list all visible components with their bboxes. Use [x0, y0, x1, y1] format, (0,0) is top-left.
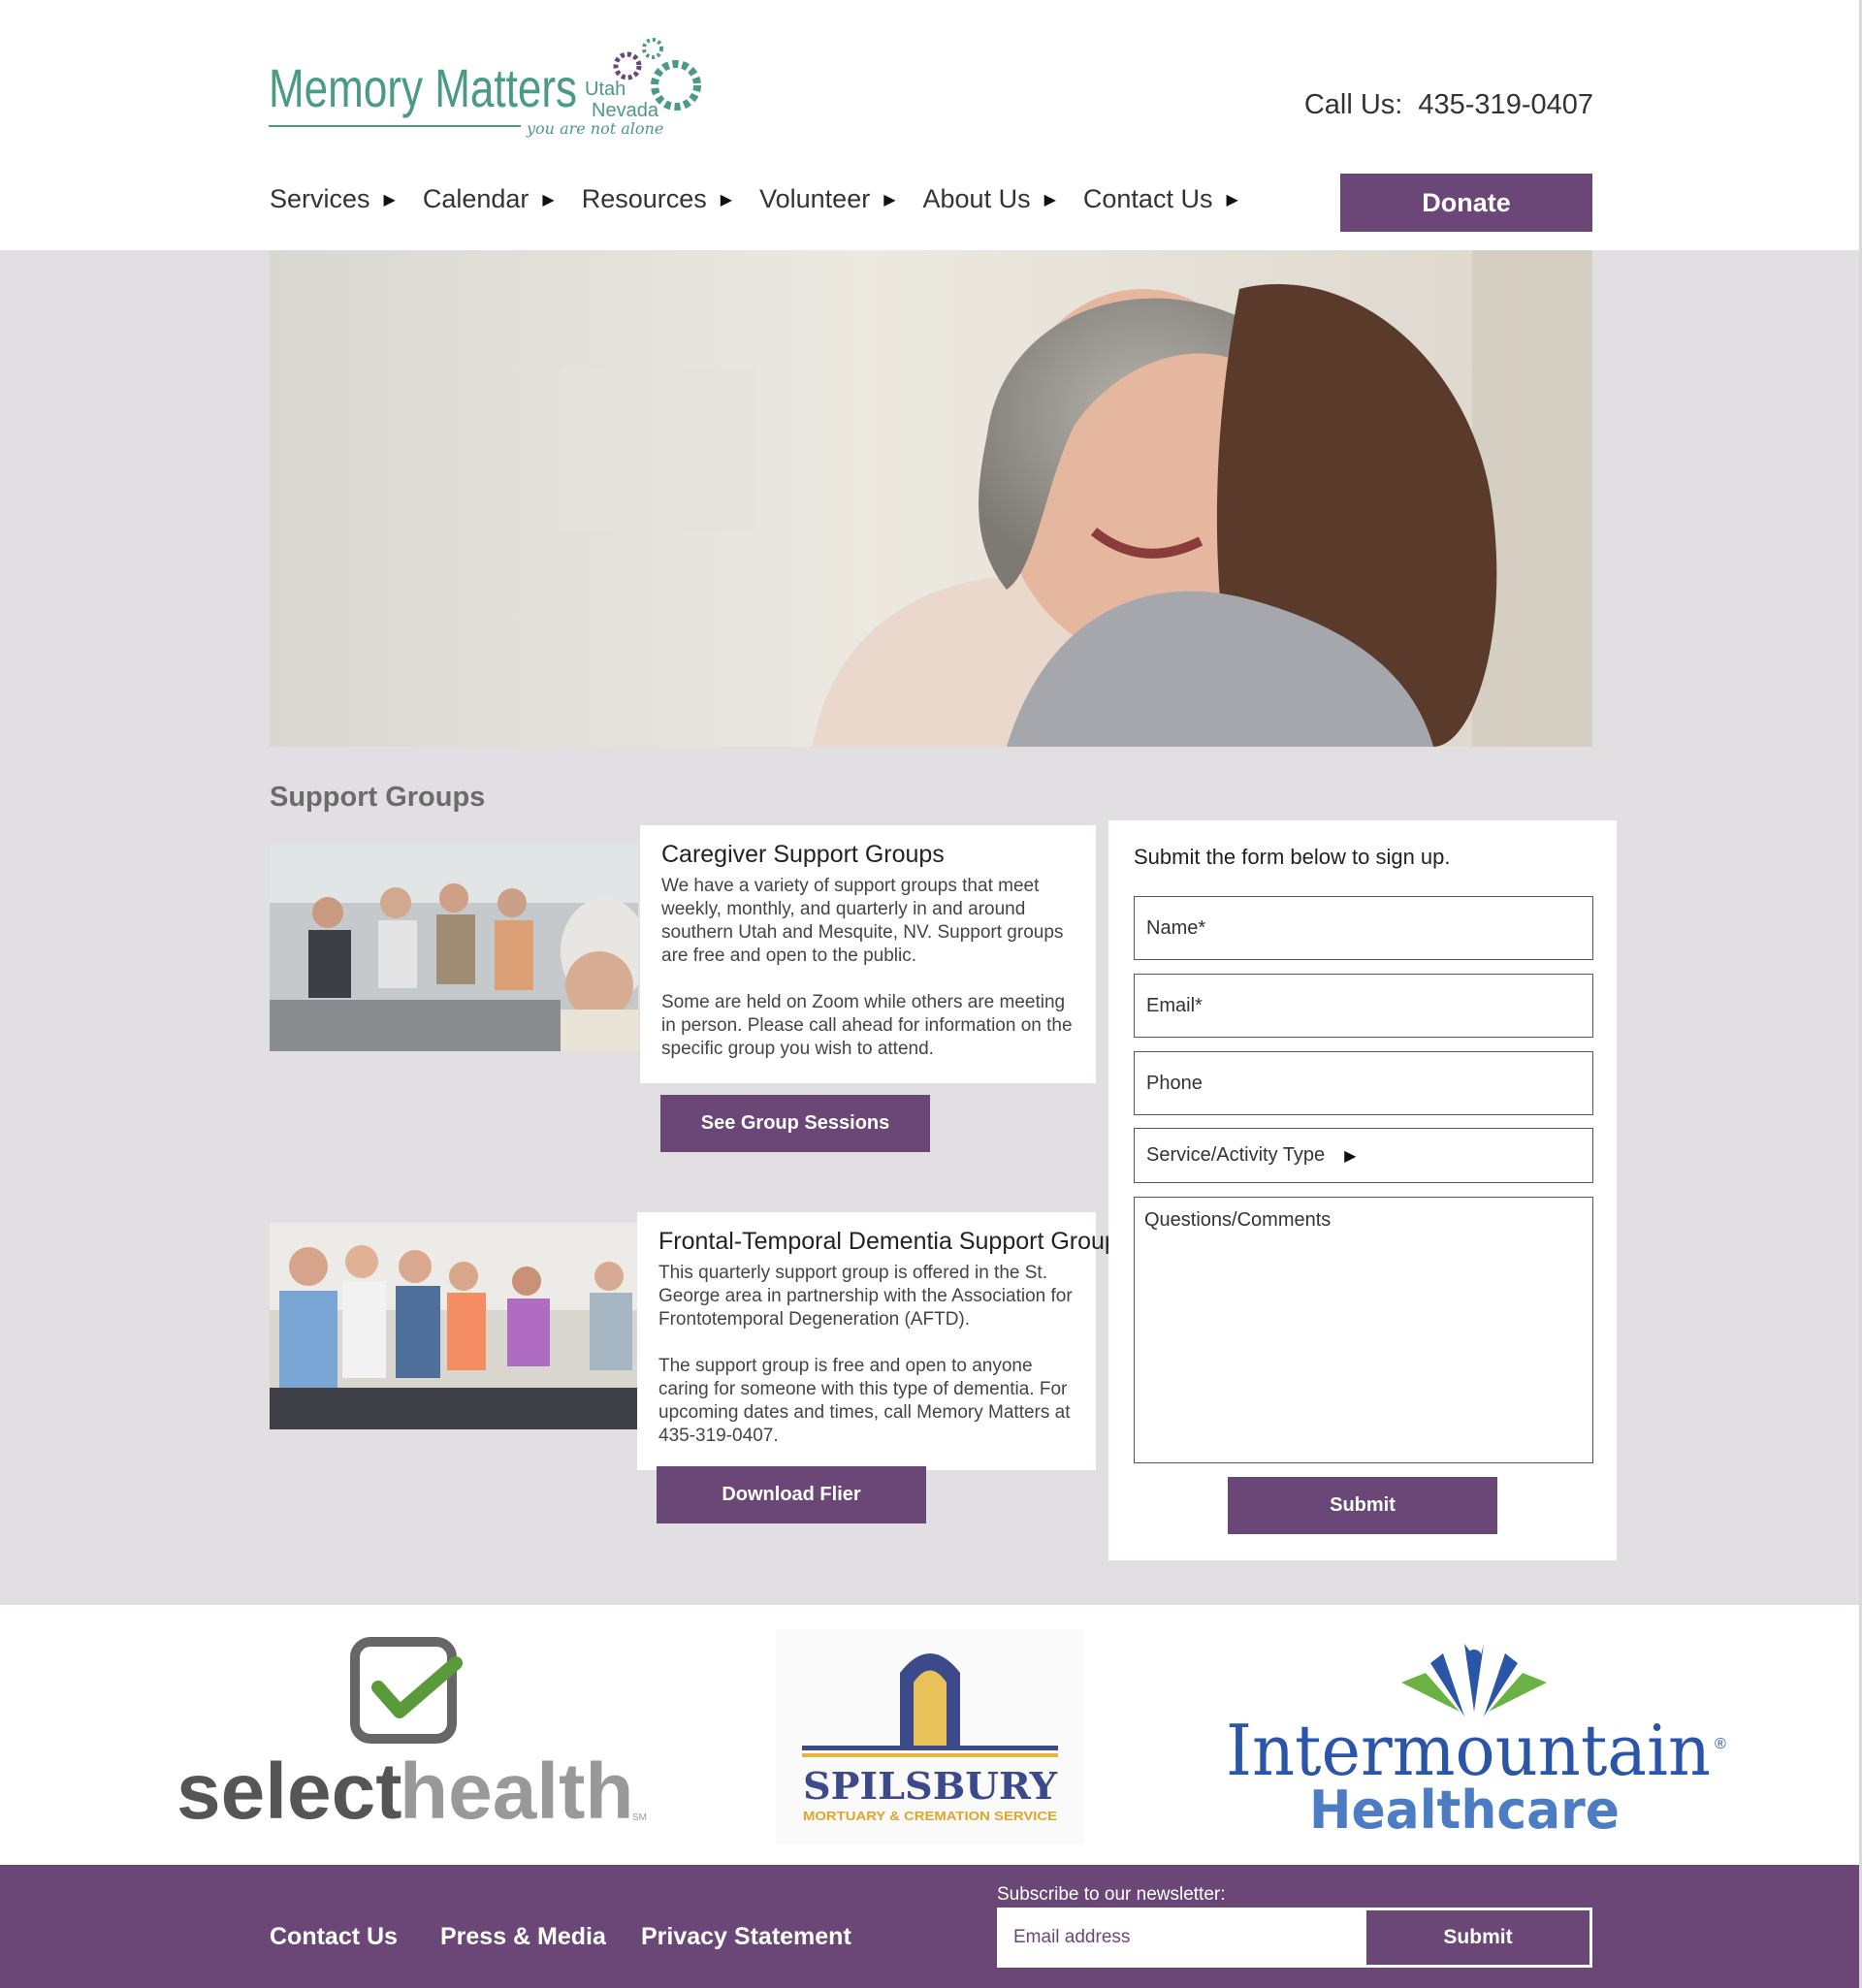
subscribe-label: Subscribe to our newsletter:	[997, 1884, 1226, 1905]
footer-privacy-link[interactable]: Privacy Statement	[641, 1923, 851, 1951]
spilsbury-name: SPILSBURY	[803, 1764, 1058, 1808]
phone-number[interactable]: 435-319-0407	[1418, 89, 1593, 120]
signup-form: Submit the form below to sign up. Name* …	[1108, 820, 1617, 1560]
nav-label: Resources	[581, 184, 707, 213]
nav-volunteer[interactable]: Volunteer ▶	[759, 184, 895, 214]
intermountain-graphic: Intermountain ® Healthcare	[1226, 1644, 1726, 1838]
logo-graphic: Memory Matters Utah Nevada you are not a…	[269, 38, 701, 138]
logo-region-nevada: Nevada	[592, 100, 659, 121]
comments-placeholder: Questions/Comments	[1144, 1209, 1332, 1231]
spilsbury-graphic: SPILSBURY MORTUARY & CREMATION SERVICE	[776, 1629, 1084, 1844]
name-field[interactable]: Name*	[1134, 896, 1593, 960]
intermountain-mark-icon	[1401, 1644, 1547, 1716]
logo-tagline: you are not alone	[526, 119, 663, 138]
spilsbury-logo[interactable]: SPILSBURY MORTUARY & CREMATION SERVICE	[776, 1629, 1084, 1844]
form-submit-button[interactable]: Submit	[1228, 1477, 1497, 1534]
newsletter-form: Email address Submit	[997, 1908, 1592, 1968]
newsletter-email-input[interactable]: Email address	[1000, 1910, 1366, 1965]
hero-image	[270, 250, 1592, 747]
call-us: Call Us: 435-319-0407	[1304, 89, 1593, 121]
intermountain-mark: ®	[1715, 1736, 1726, 1752]
nav-resources[interactable]: Resources ▶	[582, 184, 732, 214]
nav-label: About Us	[922, 184, 1031, 213]
triangle-right-icon: ▶	[720, 191, 733, 208]
ftd-group-photo	[270, 1223, 638, 1429]
triangle-right-icon: ▶	[383, 191, 396, 208]
comments-textarea[interactable]: Questions/Comments	[1134, 1197, 1593, 1463]
email-field[interactable]: Email*	[1134, 974, 1593, 1038]
caregiver-card: Caregiver Support Groups We have a varie…	[640, 825, 1096, 1083]
selecthealth-logo[interactable]: select health SM	[175, 1634, 652, 1838]
service-type-select[interactable]: Service/Activity Type ▶	[1134, 1128, 1593, 1183]
logo-wordmark: Memory Matters	[269, 57, 577, 118]
ftd-card: Frontal-Temporal Dementia Support Group …	[637, 1212, 1118, 1470]
download-flier-button[interactable]: Download Flier	[657, 1466, 926, 1523]
caregiver-paragraph-1: We have a variety of support groups that…	[661, 876, 1064, 966]
nav-label: Contact Us	[1082, 184, 1213, 213]
selecthealth-mark: SM	[632, 1812, 647, 1823]
phone-placeholder: Phone	[1146, 1072, 1203, 1094]
nav-label: Calendar	[422, 184, 530, 213]
name-placeholder: Name*	[1146, 916, 1206, 939]
nav-services[interactable]: Services ▶	[270, 184, 396, 214]
see-group-sessions-button[interactable]: See Group Sessions	[660, 1095, 930, 1152]
nav-contact-us[interactable]: Contact Us ▶	[1083, 184, 1238, 214]
ftd-title: Frontal-Temporal Dementia Support Group	[658, 1228, 1118, 1255]
newsletter-submit-button[interactable]: Submit	[1366, 1910, 1589, 1965]
nav-label: Services	[270, 184, 370, 213]
spilsbury-subtitle: MORTUARY & CREMATION SERVICE	[803, 1809, 1057, 1823]
nav-calendar[interactable]: Calendar ▶	[423, 184, 555, 214]
logo-region-utah: Utah	[585, 79, 626, 100]
selecthealth-graphic: select health SM	[177, 1637, 647, 1836]
ftd-paragraph-1: This quarterly support group is offered …	[658, 1263, 1073, 1330]
gears-icon	[613, 38, 701, 111]
triangle-right-icon: ▶	[542, 191, 555, 208]
main-nav: Services ▶ Calendar ▶ Resources ▶ Volunt…	[270, 184, 1266, 214]
call-us-label: Call Us:	[1303, 89, 1403, 120]
partner-logos: select health SM SPILSBURY MORTUARY & CR…	[0, 1605, 1862, 1865]
form-heading: Submit the form below to sign up.	[1134, 845, 1451, 869]
caregiver-paragraph-2: Some are held on Zoom while others are m…	[661, 992, 1073, 1059]
footer-contact-us-link[interactable]: Contact Us	[270, 1923, 398, 1951]
caregiver-group-photo	[270, 845, 638, 1051]
footer-press-media-link[interactable]: Press & Media	[440, 1923, 606, 1951]
site-footer: Contact Us Press & Media Privacy Stateme…	[0, 1865, 1862, 1988]
phone-field[interactable]: Phone	[1134, 1051, 1593, 1115]
hero-photo-hug	[270, 250, 1592, 747]
triangle-right-icon: ▶	[883, 191, 896, 208]
photo-graphic	[270, 1223, 638, 1429]
main-content: Support Groups Caregiver Support Groups …	[0, 250, 1862, 1605]
nav-about-us[interactable]: About Us ▶	[923, 184, 1056, 214]
selecthealth-select: select	[177, 1748, 402, 1836]
section-title: Support Groups	[270, 782, 486, 813]
caregiver-title: Caregiver Support Groups	[661, 841, 945, 868]
intermountain-line2: Healthcare	[1309, 1780, 1620, 1838]
email-placeholder: Email*	[1146, 994, 1203, 1016]
donate-button[interactable]: Donate	[1340, 174, 1592, 232]
site-header: Memory Matters Utah Nevada you are not a…	[0, 0, 1862, 250]
triangle-right-icon: ▶	[1043, 191, 1056, 208]
triangle-right-icon: ▶	[1344, 1147, 1357, 1165]
selecthealth-health: health	[400, 1748, 633, 1836]
check-icon	[371, 1656, 463, 1718]
ftd-paragraph-2: The support group is free and open to an…	[658, 1356, 1071, 1446]
nav-label: Volunteer	[759, 184, 871, 213]
photo-graphic	[270, 845, 638, 1051]
memory-matters-logo[interactable]: Memory Matters Utah Nevada you are not a…	[267, 31, 709, 145]
intermountain-logo[interactable]: Intermountain ® Healthcare	[1222, 1634, 1726, 1838]
service-type-label: Service/Activity Type	[1146, 1144, 1326, 1166]
triangle-right-icon: ▶	[1226, 191, 1238, 208]
